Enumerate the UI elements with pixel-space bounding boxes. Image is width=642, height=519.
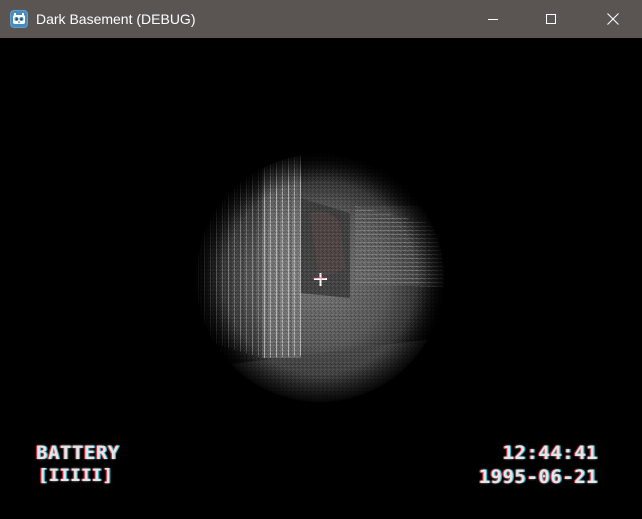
close-icon xyxy=(607,13,619,25)
title-bar[interactable]: Dark Basement (DEBUG) xyxy=(0,0,642,38)
battery-label: BATTERY xyxy=(36,442,120,464)
timestamp-time: 12:44:41 xyxy=(502,442,598,464)
window-title: Dark Basement (DEBUG) xyxy=(36,11,196,27)
maximize-icon xyxy=(546,14,556,24)
game-window: Dark Basement (DEBUG) BATTERY [IIIII] 12… xyxy=(0,0,642,519)
maximize-button[interactable] xyxy=(522,0,580,38)
game-viewport[interactable]: BATTERY [IIIII] 12:44:41 1995-06-21 xyxy=(0,38,642,519)
minimize-button[interactable] xyxy=(464,0,522,38)
minimize-icon xyxy=(488,19,498,20)
battery-level-indicator: [IIIII] xyxy=(38,466,114,486)
godot-engine-icon xyxy=(10,10,28,28)
timestamp-date: 1995-06-21 xyxy=(478,466,598,488)
close-button[interactable] xyxy=(584,0,642,38)
